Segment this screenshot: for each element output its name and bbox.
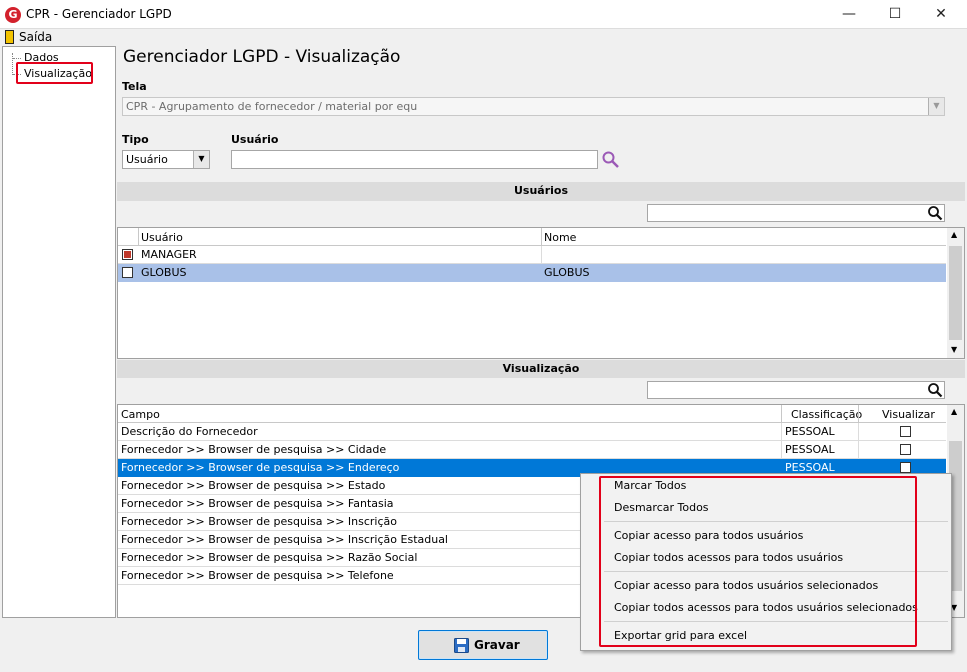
- row-classificacao: PESSOAL: [785, 443, 835, 456]
- window-title: CPR - Gerenciador LGPD: [26, 7, 172, 21]
- row-classificacao: PESSOAL: [785, 425, 835, 438]
- row-checkbox[interactable]: [122, 249, 133, 260]
- row-checkbox[interactable]: [122, 267, 133, 278]
- table-row[interactable]: Descrição do Fornecedor PESSOAL: [118, 423, 946, 441]
- usuario-label: Usuário: [231, 133, 279, 146]
- column-header-classificacao[interactable]: Classificação: [791, 406, 862, 423]
- chevron-down-icon: ▼: [928, 98, 944, 115]
- column-header-nome[interactable]: Nome: [544, 229, 576, 246]
- table-row[interactable]: Fornecedor >> Browser de pesquisa >> Cid…: [118, 441, 946, 459]
- users-scrollbar[interactable]: ▲ ▼: [947, 228, 964, 358]
- scroll-down-icon[interactable]: ▼: [951, 345, 957, 354]
- users-grid-header: Usuário Nome: [118, 228, 946, 246]
- users-search-input[interactable]: [647, 204, 945, 222]
- row-usuario: MANAGER: [141, 248, 197, 261]
- save-button-label: Gravar: [474, 638, 520, 652]
- scroll-up-icon[interactable]: ▲: [951, 230, 957, 239]
- visualizar-checkbox[interactable]: [900, 426, 911, 437]
- table-row[interactable]: GLOBUS GLOBUS: [118, 264, 946, 282]
- search-icon[interactable]: [927, 205, 943, 221]
- visualizar-checkbox[interactable]: [900, 462, 911, 473]
- tela-select[interactable]: CPR - Agrupamento de fornecedor / materi…: [122, 97, 945, 116]
- navigation-tree: [2, 46, 116, 618]
- search-icon[interactable]: [601, 150, 620, 169]
- scroll-thumb[interactable]: [949, 246, 962, 340]
- search-icon[interactable]: [927, 382, 943, 398]
- menu-exit[interactable]: Saída: [19, 30, 52, 44]
- row-campo: Fornecedor >> Browser de pesquisa >> End…: [121, 461, 400, 474]
- row-campo: Fornecedor >> Browser de pesquisa >> Ins…: [121, 533, 448, 546]
- visualizar-checkbox[interactable]: [900, 444, 911, 455]
- users-section-header: Usuários: [117, 182, 965, 201]
- chevron-down-icon: ▼: [193, 151, 209, 168]
- tipo-select-value: Usuário: [126, 153, 168, 166]
- page-title: Gerenciador LGPD - Visualização: [123, 47, 401, 67]
- row-nome: GLOBUS: [544, 266, 590, 279]
- row-campo: Descrição do Fornecedor: [121, 425, 258, 438]
- view-search-input[interactable]: [647, 381, 945, 399]
- maximize-button[interactable]: ☐: [872, 0, 918, 29]
- usuario-input[interactable]: [231, 150, 598, 169]
- floppy-disk-icon: [454, 638, 469, 653]
- save-button[interactable]: Gravar: [418, 630, 548, 660]
- tipo-select[interactable]: Usuário ▼: [122, 150, 210, 169]
- row-campo: Fornecedor >> Browser de pesquisa >> Raz…: [121, 551, 418, 564]
- close-button[interactable]: ✕: [918, 0, 964, 29]
- scroll-up-icon[interactable]: ▲: [951, 407, 957, 416]
- users-grid: Usuário Nome MANAGER GLOBUS GLOBUS ▲ ▼: [117, 227, 965, 359]
- column-header-visualizar[interactable]: Visualizar: [882, 406, 935, 423]
- table-row[interactable]: MANAGER: [118, 246, 946, 264]
- view-grid-header: Campo Classificação Visualizar: [118, 405, 946, 423]
- view-section-header: Visualização: [117, 360, 965, 378]
- menu-bar: [0, 29, 967, 45]
- minimize-button[interactable]: —: [826, 0, 872, 29]
- tree-connector: [13, 58, 21, 59]
- annotation-highlight: [599, 476, 917, 647]
- column-header-campo[interactable]: Campo: [121, 406, 160, 423]
- row-usuario: GLOBUS: [141, 266, 187, 279]
- row-campo: Fornecedor >> Browser de pesquisa >> Fan…: [121, 497, 394, 510]
- annotation-highlight: [16, 62, 93, 84]
- app-logo-icon: G: [5, 7, 21, 23]
- row-campo: Fornecedor >> Browser de pesquisa >> Cid…: [121, 443, 387, 456]
- tela-select-value: CPR - Agrupamento de fornecedor / materi…: [126, 100, 418, 113]
- tipo-label: Tipo: [122, 133, 149, 146]
- tree-connector: [12, 53, 13, 75]
- row-campo: Fornecedor >> Browser de pesquisa >> Est…: [121, 479, 386, 492]
- tela-label: Tela: [122, 80, 147, 93]
- exit-door-icon: [5, 30, 14, 44]
- column-header-usuario[interactable]: Usuário: [141, 229, 183, 246]
- row-campo: Fornecedor >> Browser de pesquisa >> Ins…: [121, 515, 398, 528]
- row-campo: Fornecedor >> Browser de pesquisa >> Tel…: [121, 569, 394, 582]
